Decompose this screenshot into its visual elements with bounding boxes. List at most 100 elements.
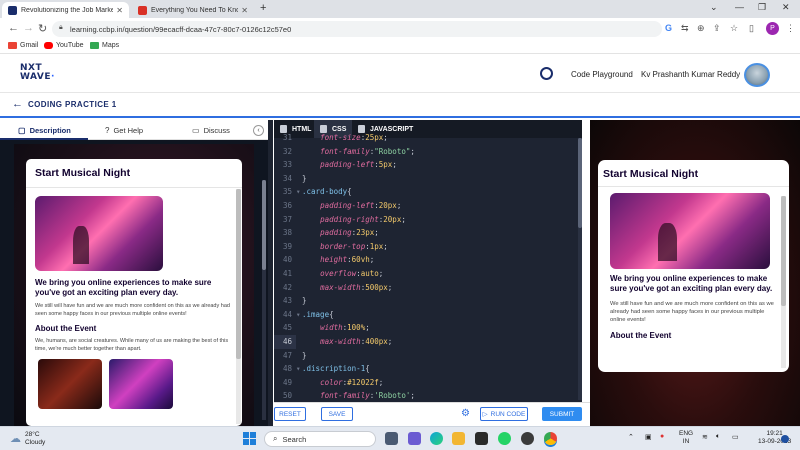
code-line[interactable]: 34} (274, 172, 582, 186)
code-line[interactable]: 33 padding-left:5px; (274, 158, 582, 172)
output-card-scrollbar[interactable] (781, 196, 786, 368)
volume-icon[interactable]: 🔈︎ (716, 433, 720, 441)
bookmark-gmail[interactable]: Gmail (8, 42, 38, 49)
code-text[interactable]: font-family:"Roboto"; (300, 145, 415, 159)
whatsapp-icon[interactable] (498, 432, 511, 445)
card-body[interactable]: We bring you online experiences to make … (26, 188, 242, 361)
code-line[interactable]: 45 width:100%; (274, 321, 582, 335)
code-text[interactable]: font-size:25px; (300, 131, 388, 145)
windows-start-icon[interactable] (243, 432, 256, 445)
translate-icon[interactable]: ⇆ (681, 23, 689, 34)
code-lines[interactable]: 31 font-size:25px; 32 font-family:"Roboto… (274, 131, 582, 402)
code-text[interactable]: .card-body{ (300, 185, 352, 199)
battery-icon[interactable]: ▭ (732, 433, 739, 441)
profile-avatar[interactable]: P (766, 22, 779, 35)
code-line[interactable]: 48 ▾ .discription-1{ (274, 362, 582, 376)
file-explorer-icon[interactable] (452, 432, 465, 445)
close-window-icon[interactable]: ✕ (782, 2, 790, 13)
code-line[interactable]: 32 font-family:"Roboto"; (274, 145, 582, 159)
left-panel-scrollbar[interactable] (262, 180, 266, 420)
code-line[interactable]: 43} (274, 294, 582, 308)
app-icon[interactable] (521, 432, 534, 445)
panel-resize-handle[interactable] (268, 120, 273, 426)
code-line[interactable]: 35 ▾ .card-body{ (274, 185, 582, 199)
code-text[interactable]: font-family:'Roboto'; (300, 389, 415, 402)
menu-kebab-icon[interactable]: ⋮ (786, 23, 795, 34)
zoom-icon[interactable]: ⊕ (697, 23, 705, 34)
chevron-up-icon[interactable]: ⌃ (628, 433, 634, 441)
code-line[interactable]: 37 padding-right:20px; (274, 213, 582, 227)
user-name[interactable]: Kv Prashanth Kumar Reddy (641, 70, 740, 79)
submit-button[interactable]: SUBMIT (542, 407, 582, 421)
settings-gear-icon[interactable]: ⚙ (461, 408, 470, 419)
minimize-icon[interactable]: — (735, 2, 744, 12)
code-text[interactable]: height:60vh; (300, 253, 374, 267)
code-line[interactable]: 49 color:#12022f; (274, 376, 582, 390)
tray-app-2-icon[interactable]: ● (660, 433, 664, 440)
code-playground-link[interactable]: Code Playground (571, 70, 633, 79)
run-code-button[interactable]: ▷ RUN CODE (480, 407, 528, 421)
code-text[interactable]: padding-right:20px; (300, 213, 406, 227)
code-line[interactable]: 41 overflow:auto; (274, 267, 582, 281)
reset-button[interactable]: RESET (274, 407, 306, 421)
meet-icon[interactable] (408, 432, 421, 445)
output-card-scrollbar-thumb[interactable] (781, 196, 786, 306)
back-arrow-icon[interactable]: ← (12, 98, 23, 110)
code-line[interactable]: 42 max-width:500px; (274, 281, 582, 295)
bookmark-star-icon[interactable]: ☆ (730, 23, 738, 34)
output-card-body[interactable]: We bring you online experiences to make … (598, 187, 789, 340)
close-tab-icon[interactable]: ✕ (241, 6, 248, 15)
new-tab-plus-icon[interactable]: + (260, 2, 266, 14)
editor-scrollbar-thumb[interactable] (578, 138, 582, 228)
tab-get-help[interactable]: ? Get Help (105, 126, 143, 135)
task-view-icon[interactable] (385, 432, 398, 445)
code-line[interactable]: 31 font-size:25px; (274, 131, 582, 145)
code-line[interactable]: 38 padding:23px; (274, 226, 582, 240)
share-icon[interactable]: ⇪ (713, 23, 721, 34)
restore-icon[interactable]: ❐ (758, 2, 766, 13)
browser-tab-inactive[interactable]: Everything You Need To Know Ab ✕ (132, 2, 254, 18)
code-text[interactable]: width:100%; (300, 321, 370, 335)
chrome-icon[interactable] (544, 432, 557, 445)
code-line[interactable]: 39 border-top:1px; (274, 240, 582, 254)
forward-arrow-icon[interactable]: → (23, 22, 34, 34)
code-text[interactable]: padding-left:5px; (300, 158, 397, 172)
code-text[interactable]: max-width:500px; (300, 281, 392, 295)
editor-scrollbar[interactable] (578, 138, 582, 400)
code-text[interactable]: color:#12022f; (300, 376, 383, 390)
code-line[interactable]: 44 ▾ .image{ (274, 308, 582, 322)
collapse-chevron-left-icon[interactable]: ‹ (253, 125, 264, 136)
playground-icon[interactable] (540, 67, 553, 80)
card-scrollbar[interactable] (236, 189, 241, 424)
bookmark-youtube[interactable]: YouTube (44, 42, 84, 49)
chevron-down-icon[interactable]: ⌄ (710, 2, 718, 13)
side-panel-icon[interactable]: ▯ (749, 23, 754, 34)
tab-discuss[interactable]: ▭ Discuss (192, 126, 230, 135)
tray-app-icon[interactable]: ▣ (645, 433, 652, 441)
code-text[interactable]: } (300, 349, 307, 363)
browser-tab-active[interactable]: Revolutionizing the Job Market | ✕ (2, 2, 129, 18)
code-text[interactable]: .image{ (300, 308, 334, 322)
save-button[interactable]: SAVE (321, 407, 353, 421)
code-text[interactable]: overflow:auto; (300, 267, 383, 281)
bookmark-maps[interactable]: Maps (90, 42, 119, 49)
lock-icon[interactable]: 🔒︎ (59, 24, 63, 32)
code-text[interactable]: } (300, 172, 307, 186)
nxtwave-logo[interactable]: NXT WAVE· (20, 64, 55, 82)
code-line[interactable]: 36 padding-left:20px; (274, 199, 582, 213)
edge-browser-icon[interactable] (430, 432, 443, 445)
close-tab-icon[interactable]: ✕ (116, 6, 123, 15)
code-editor[interactable]: HTML CSS JAVASCRIPT 31 font-size:25px; 32… (274, 120, 582, 402)
code-line[interactable]: 47} (274, 349, 582, 363)
card-scrollbar-thumb[interactable] (236, 189, 241, 359)
url-bar[interactable]: 🔒︎ learning.ccbp.in/question/99ecacff-dc… (52, 21, 662, 37)
code-text[interactable]: .discription-1{ (300, 362, 370, 376)
google-g-icon[interactable]: G (665, 23, 672, 33)
store-icon[interactable] (475, 432, 488, 445)
wifi-icon[interactable]: ≋ (702, 433, 708, 441)
notification-icon[interactable] (781, 435, 789, 443)
code-text[interactable]: border-top:1px; (300, 240, 388, 254)
tab-description[interactable]: ▢ Description (18, 126, 71, 135)
code-text[interactable]: } (300, 294, 307, 308)
code-text[interactable]: padding-left:20px; (300, 199, 401, 213)
